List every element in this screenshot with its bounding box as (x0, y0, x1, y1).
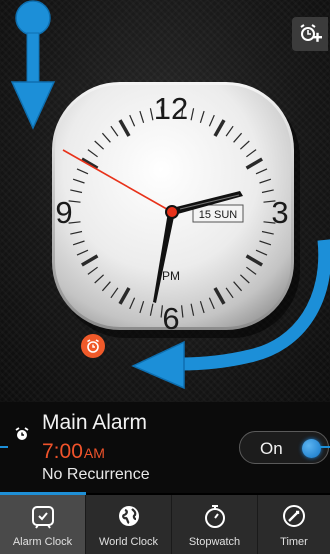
tab-bar: Alarm Clock World Clock Stopwatch Timer (0, 495, 330, 554)
add-alarm-icon (300, 24, 322, 42)
hand-pivot (165, 205, 179, 219)
alarm-time: 7:00AM (42, 440, 105, 464)
alarm-name: Main Alarm (42, 411, 148, 434)
alarm-clock-screen: 12 3 6 9 15 SUN PM Main Alarm 7:00AM No … (0, 0, 330, 554)
alarm-time-value: 7:00 (42, 440, 83, 463)
tab-label: Alarm Clock (12, 536, 73, 548)
timer-icon (283, 505, 305, 527)
alarm-marker[interactable] (81, 334, 105, 358)
period-label: PM (162, 269, 180, 283)
alarm-clock-icon (31, 506, 54, 529)
tab-label: Stopwatch (188, 536, 241, 548)
tab-world-clock[interactable]: World Clock (86, 495, 172, 554)
numeral-6: 6 (162, 301, 179, 336)
tab-alarm-clock[interactable]: Alarm Clock (0, 495, 86, 554)
numeral-3: 3 (271, 195, 288, 230)
analog-clock[interactable]: 12 3 6 9 15 SUN PM (0, 0, 330, 402)
numeral-12: 12 (154, 91, 188, 126)
alarm-marker-icon (87, 339, 99, 353)
alarm-toggle-knob[interactable] (302, 439, 321, 458)
numeral-9: 9 (55, 195, 72, 230)
alarm-info-panel[interactable]: Main Alarm 7:00AM No Recurrence On (0, 402, 330, 493)
globe-icon (118, 506, 139, 526)
tab-label: World Clock (98, 536, 159, 548)
add-alarm-button[interactable] (292, 17, 328, 51)
tab-label: Timer (280, 536, 308, 548)
alarm-time-ampm: AM (83, 445, 105, 461)
alarm-recurrence: No Recurrence (42, 466, 150, 483)
clock-area: 12 3 6 9 15 SUN PM (0, 0, 330, 402)
alarm-clock-small-icon (15, 427, 29, 440)
tab-stopwatch[interactable]: Stopwatch (172, 495, 258, 554)
date-label: 15 SUN (199, 209, 238, 221)
tab-timer[interactable]: Timer (258, 495, 330, 554)
alarm-toggle[interactable]: On (239, 431, 329, 464)
stopwatch-icon (204, 505, 225, 528)
alarm-toggle-label: On (260, 439, 283, 458)
